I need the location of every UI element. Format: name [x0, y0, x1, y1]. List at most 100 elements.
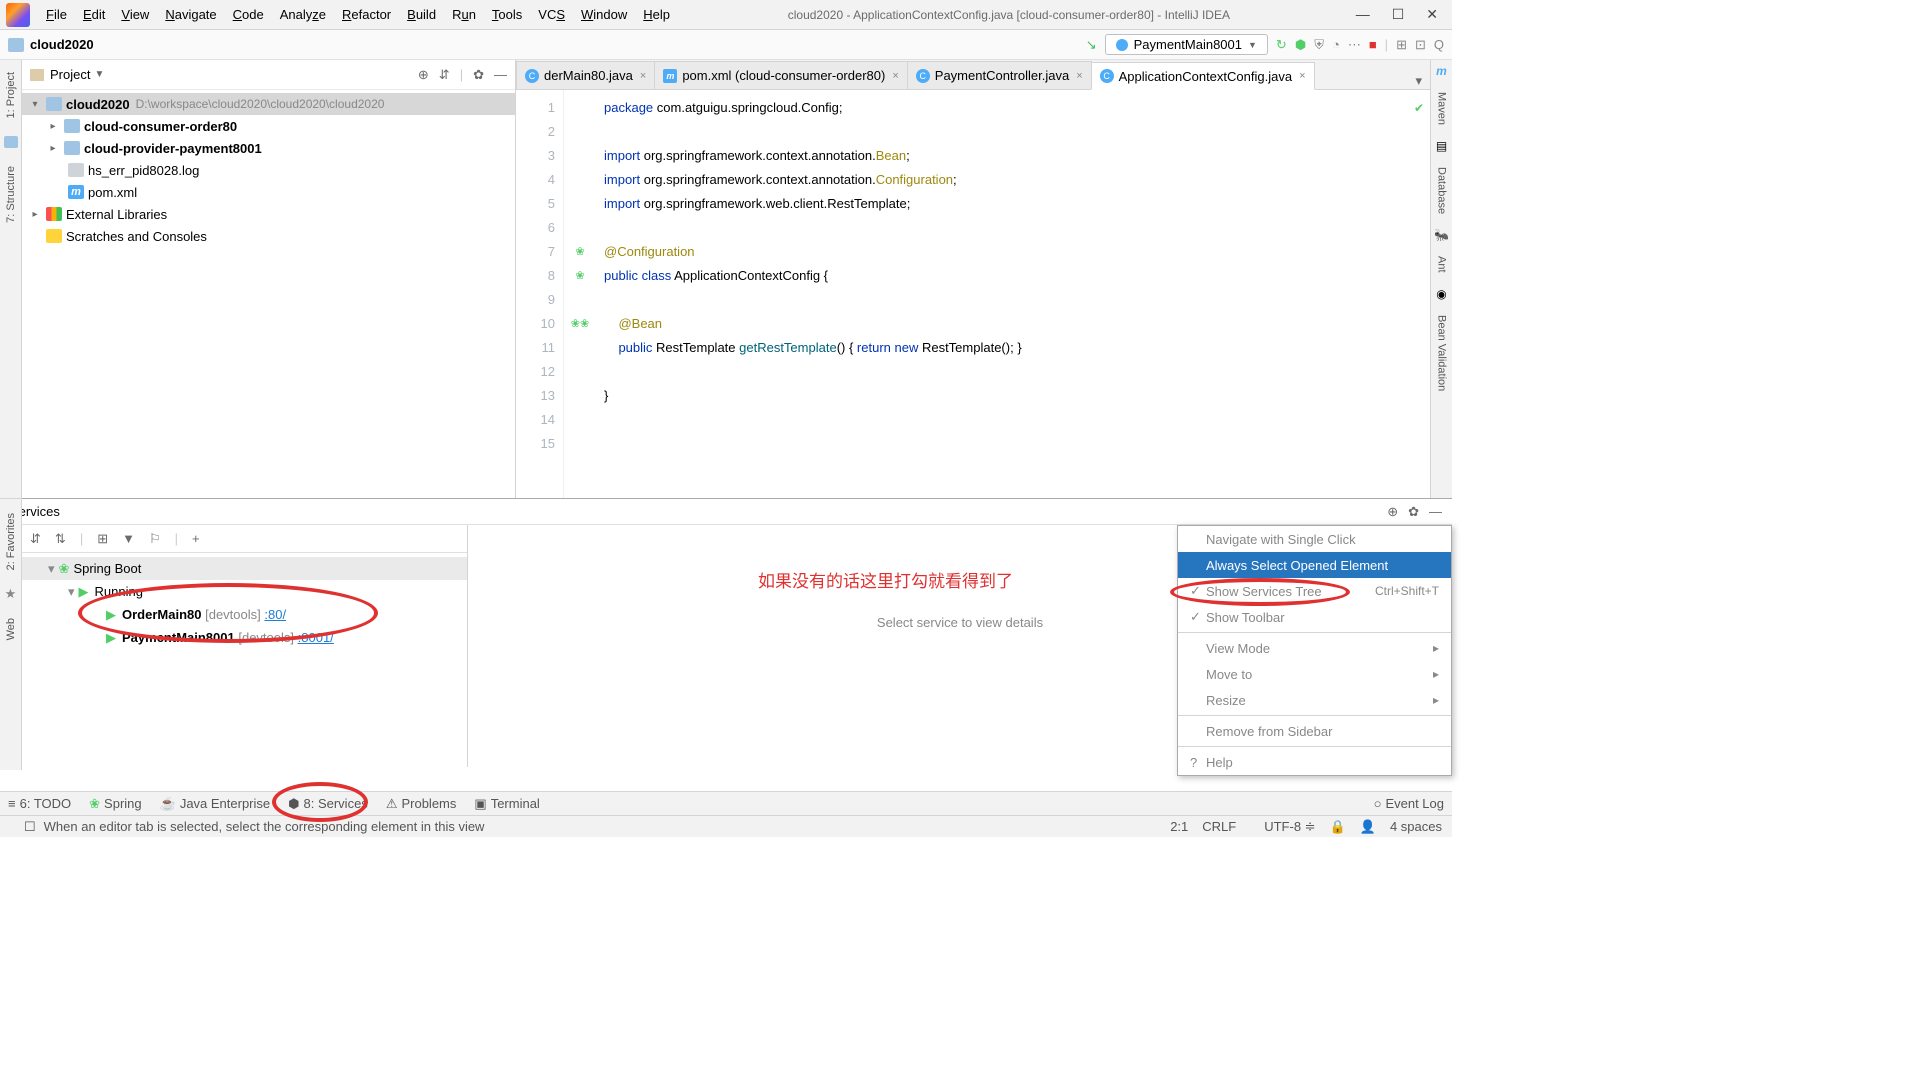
services-button[interactable]: ⬢ 8: Services — [288, 796, 368, 812]
favorites-tool-button[interactable]: 2: Favorites — [5, 513, 17, 570]
event-log-button[interactable]: ○ Event Log — [1374, 796, 1444, 811]
collapse-icon[interactable]: ⇅ — [55, 531, 66, 547]
editor-tab[interactable]: CPaymentController.java× — [907, 61, 1092, 89]
editor-tab[interactable]: CderMain80.java× — [516, 61, 655, 89]
search-icon[interactable]: ⊡ — [1415, 37, 1426, 53]
memory-icon[interactable]: 👤 — [1360, 819, 1376, 835]
menu-remove-sidebar[interactable]: Remove from Sidebar — [1178, 718, 1451, 744]
filter-icon[interactable]: ▼ — [122, 531, 135, 546]
encoding[interactable]: UTF-8 ≑ — [1250, 819, 1315, 835]
tree-module[interactable]: ▸ cloud-consumer-order80 — [22, 115, 515, 137]
menu-navigate[interactable]: Navigate — [159, 3, 222, 26]
menu-vcs[interactable]: VCS — [532, 3, 571, 26]
project-tree[interactable]: ▾ cloud2020 D:\workspace\cloud2020\cloud… — [22, 90, 515, 498]
bean-tool-button[interactable]: Bean Validation — [1436, 311, 1448, 395]
coverage-icon[interactable]: ⛨ — [1314, 37, 1324, 53]
tab-dropdown-icon[interactable]: ▾ — [1415, 73, 1422, 89]
profile-icon[interactable]: ◔ — [1332, 37, 1340, 52]
ant-tool-button[interactable]: Ant — [1436, 252, 1448, 277]
web-tool-button[interactable]: Web — [5, 618, 17, 640]
expand-icon[interactable]: ⇵ — [30, 531, 41, 547]
tree-scratches[interactable]: Scratches and Consoles — [22, 225, 515, 247]
service-item[interactable]: ▶ OrderMain80 [devtools] :80/ — [22, 603, 467, 626]
app-port[interactable]: :8001/ — [298, 630, 334, 645]
editor-tab[interactable]: mpom.xml (cloud-consumer-order80)× — [654, 61, 907, 89]
bean-icon[interactable]: ◉ — [1436, 287, 1446, 301]
target-icon[interactable]: ⊕ — [1387, 504, 1398, 520]
spring-boot-node[interactable]: ▾ ❀ Spring Boot — [22, 557, 467, 580]
gear-icon[interactable]: ✿ — [1408, 504, 1419, 520]
structure-tool-button[interactable]: 7: Structure — [5, 160, 17, 229]
readonly-icon[interactable]: 🔒 — [1330, 819, 1346, 835]
menu-refactor[interactable]: Refactor — [336, 3, 397, 26]
chevron-right-icon[interactable]: ▸ — [46, 121, 60, 132]
maven-icon[interactable]: m — [1436, 64, 1447, 78]
services-tree[interactable]: ▾ ❀ Spring Boot ▾ ▶ Running ▶ OrderMain8… — [22, 553, 467, 767]
hide-icon[interactable]: — — [1429, 504, 1442, 519]
status-icon[interactable]: ☐ — [24, 819, 36, 835]
close-icon[interactable]: × — [892, 70, 898, 82]
line-sep[interactable]: CRLF — [1202, 819, 1236, 834]
menu-show-toolbar[interactable]: ✓Show Toolbar — [1178, 604, 1451, 630]
menu-resize[interactable]: Resize▸ — [1178, 687, 1451, 713]
chevron-down-icon[interactable]: ▼ — [94, 69, 104, 80]
build-icon[interactable]: ↘ — [1086, 37, 1097, 53]
chevron-down-icon[interactable]: ▾ — [48, 561, 55, 577]
menu-tools[interactable]: Tools — [486, 3, 528, 26]
hide-icon[interactable]: — — [494, 67, 507, 82]
minimize-icon[interactable]: — — [1356, 6, 1370, 23]
app-port[interactable]: :80/ — [264, 607, 286, 622]
menu-always-select[interactable]: Always Select Opened Element — [1178, 552, 1451, 578]
close-icon[interactable]: × — [1299, 70, 1305, 82]
menu-view-mode[interactable]: View Mode▸ — [1178, 635, 1451, 661]
menu-move-to[interactable]: Move to▸ — [1178, 661, 1451, 687]
breadcrumb[interactable]: cloud2020 — [30, 37, 94, 52]
java-ee-button[interactable]: ☕ Java Enterprise — [160, 796, 271, 812]
close-icon[interactable]: ✕ — [1426, 6, 1438, 23]
tree-external-libs[interactable]: ▸ External Libraries — [22, 203, 515, 225]
database-icon[interactable]: ▤ — [1436, 139, 1447, 153]
stop-icon[interactable]: ■ — [1369, 37, 1377, 52]
tree-file[interactable]: hs_err_pid8028.log — [22, 159, 515, 181]
menu-help[interactable]: Help — [637, 3, 676, 26]
tree-root[interactable]: ▾ cloud2020 D:\workspace\cloud2020\cloud… — [22, 93, 515, 115]
chevron-right-icon[interactable]: ▸ — [46, 143, 60, 154]
attached-icon[interactable]: ⋯ — [1348, 37, 1361, 53]
menu-run[interactable]: Run — [446, 3, 482, 26]
run-icon[interactable]: ↻ — [1276, 37, 1287, 53]
update-icon[interactable]: ⊞ — [1396, 37, 1407, 53]
indent[interactable]: 4 spaces — [1390, 819, 1442, 834]
chevron-down-icon[interactable]: ▾ — [68, 584, 75, 600]
menu-build[interactable]: Build — [401, 3, 442, 26]
running-node[interactable]: ▾ ▶ Running — [22, 580, 467, 603]
terminal-button[interactable]: ▣ Terminal — [474, 796, 539, 812]
chevron-down-icon[interactable]: ▾ — [28, 99, 42, 110]
group-icon[interactable]: ⊞ — [97, 531, 108, 547]
editor-tab-active[interactable]: CApplicationContextConfig.java× — [1091, 62, 1315, 90]
menu-show-services-tree[interactable]: ✓Show Services TreeCtrl+Shift+T — [1178, 578, 1451, 604]
project-tool-button[interactable]: 1: Project — [5, 66, 17, 124]
menu-navigate-single-click[interactable]: Navigate with Single Click — [1178, 526, 1451, 552]
bean-icon[interactable]: ❀❀ — [566, 312, 594, 336]
close-icon[interactable]: × — [1076, 70, 1082, 82]
database-tool-button[interactable]: Database — [1436, 163, 1448, 218]
target-icon[interactable]: ⊕ — [418, 67, 429, 83]
todo-button[interactable]: ≡ 6: TODO — [8, 796, 71, 811]
maximize-icon[interactable]: ☐ — [1392, 6, 1405, 23]
run-config-selector[interactable]: PaymentMain8001 ▼ — [1105, 34, 1268, 55]
spring-icon[interactable]: ❀ — [566, 240, 594, 264]
tree-file[interactable]: m pom.xml — [22, 181, 515, 203]
code-area[interactable]: ✔ 123456789101112131415 ❀ ❀ ❀❀ package c… — [516, 90, 1430, 498]
maven-tool-button[interactable]: Maven — [1436, 88, 1448, 129]
code-content[interactable]: package com.atguigu.springcloud.Config; … — [564, 90, 1022, 498]
gear-icon[interactable]: ✿ — [473, 67, 484, 83]
project-title[interactable]: Project — [50, 67, 90, 82]
spring-button[interactable]: ❀ Spring — [89, 796, 141, 812]
service-item[interactable]: ▶ PaymentMain8001 [devtools] :8001/ — [22, 626, 467, 649]
add-icon[interactable]: + — [192, 531, 200, 546]
collapse-icon[interactable]: ⇵ — [439, 67, 450, 83]
debug-icon[interactable]: ⬢ — [1295, 37, 1306, 53]
menu-code[interactable]: Code — [227, 3, 270, 26]
menu-window[interactable]: Window — [575, 3, 633, 26]
tag-icon[interactable]: ⚐ — [149, 531, 161, 547]
